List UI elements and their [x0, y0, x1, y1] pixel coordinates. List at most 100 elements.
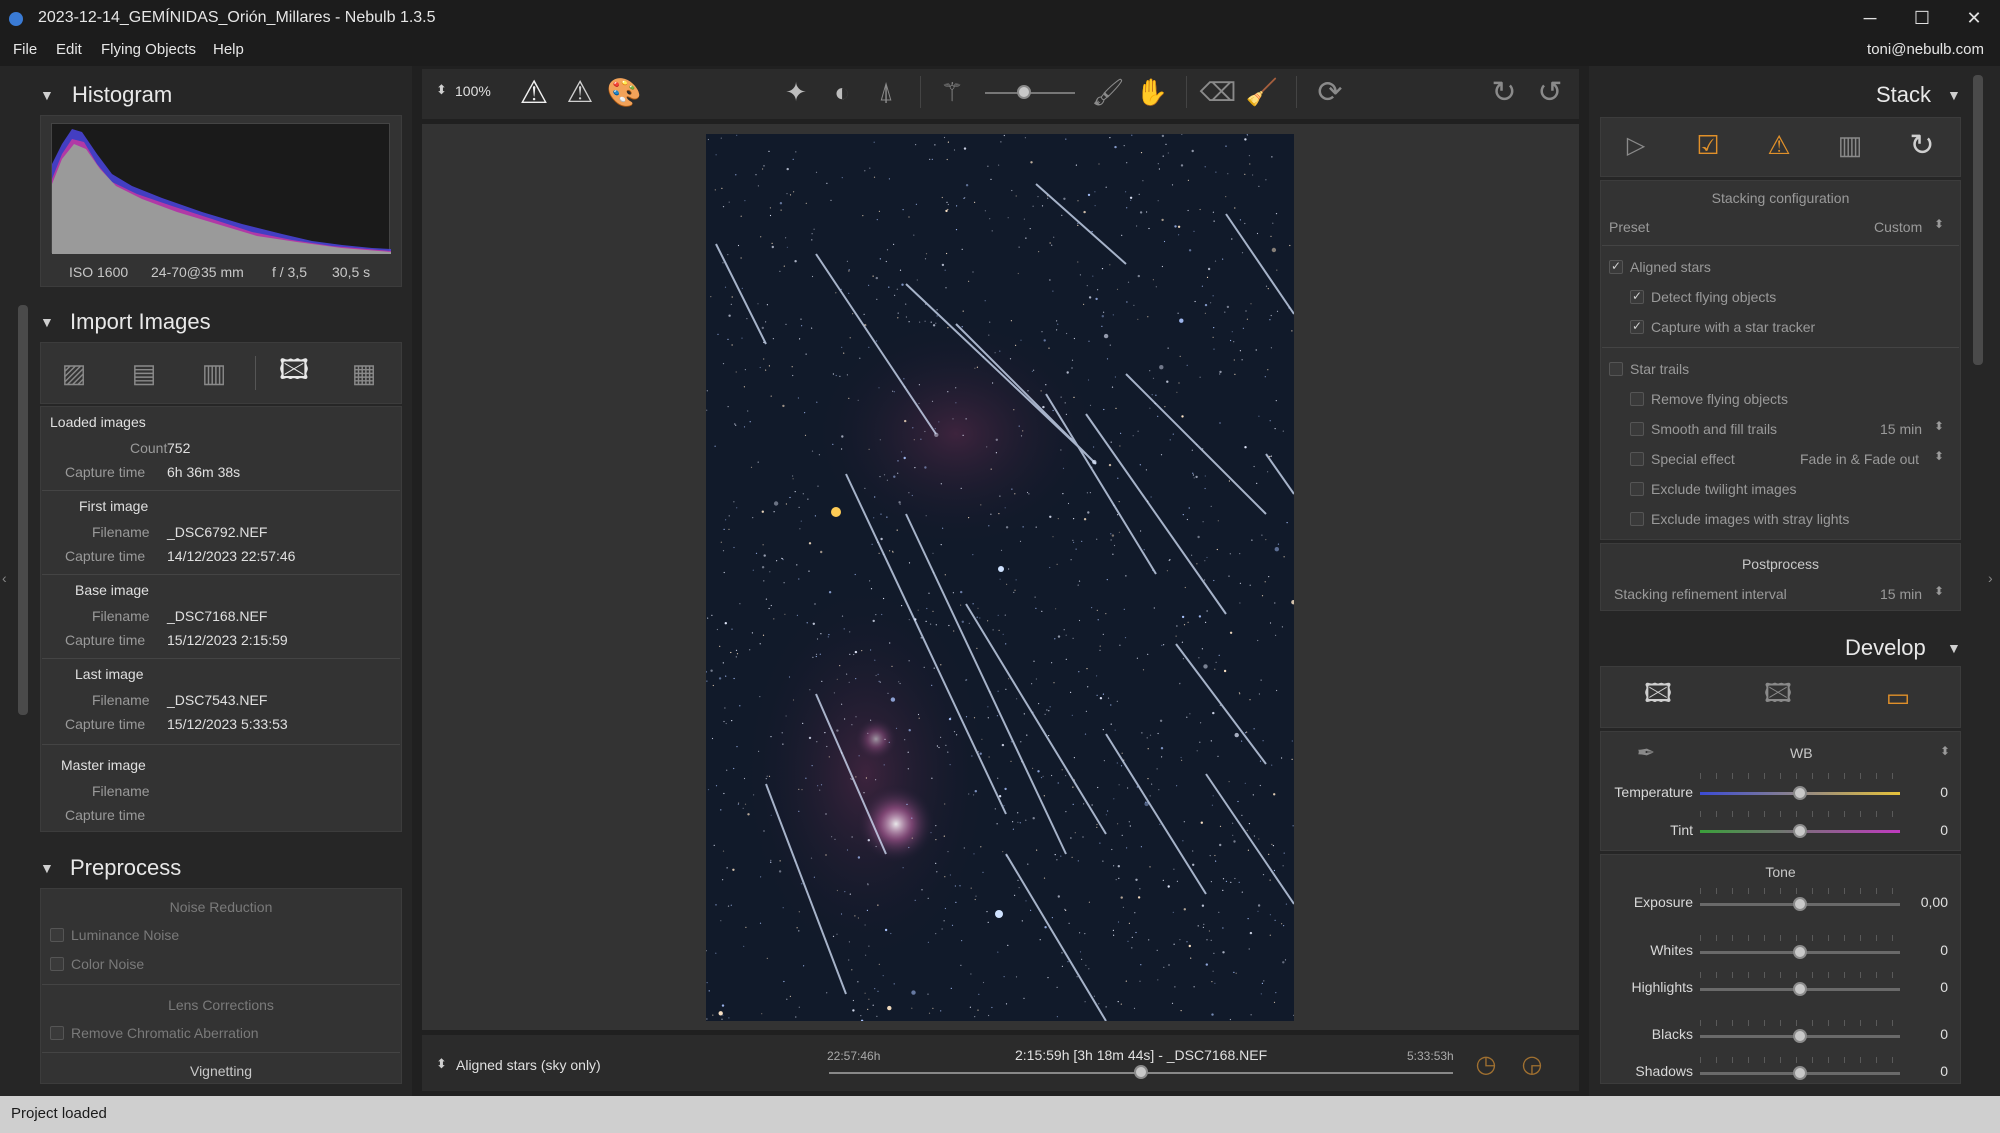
develop-landscape-icon[interactable]: 🖾 [1760, 678, 1796, 715]
zoom-value[interactable]: 100% [455, 83, 491, 99]
stack-warning-icon[interactable]: ⚠ [1761, 127, 1797, 163]
preprocess-toggle-icon[interactable]: ▼ [40, 860, 54, 876]
detect-flying-checkbox[interactable] [1630, 289, 1644, 304]
shadows-value[interactable]: 0 [1900, 1063, 1948, 1079]
user-account[interactable]: toni@nebulb.com [1867, 41, 1984, 58]
exclude-stray-checkbox[interactable] [1630, 512, 1644, 526]
smooth-fill-label: Smooth and fill trails [1651, 421, 1778, 437]
eraser-icon[interactable]: ⌫ [1198, 72, 1238, 112]
preprocess-box [40, 888, 402, 1084]
blacks-value[interactable]: 0 [1900, 1026, 1948, 1042]
redo-icon[interactable]: ↻ [1484, 72, 1524, 112]
minimize-button[interactable]: ─ [1844, 0, 1896, 36]
import-calibration-icon[interactable]: ▥ [196, 355, 232, 391]
brush-size-knob[interactable] [1017, 85, 1031, 99]
master-image-icon[interactable]: 🖾 [276, 354, 312, 391]
import-toggle-icon[interactable]: ▼ [40, 314, 54, 330]
warning-icon[interactable]: ⚠ [560, 72, 600, 112]
aligned-stars-checkbox[interactable] [1609, 259, 1623, 274]
star-trails-label: Star trails [1630, 361, 1690, 377]
special-effect-value[interactable]: Fade in & Fade out [1800, 451, 1919, 467]
brush-icon[interactable]: 🖌 [1088, 72, 1128, 112]
menu-help[interactable]: Help [213, 41, 244, 58]
loaded-capture-label: Capture time [65, 464, 146, 480]
smooth-fill-stepper-icon[interactable]: ⬍ [1934, 419, 1944, 433]
temperature-value[interactable]: 0 [1900, 784, 1948, 800]
menu-file[interactable]: File [13, 41, 37, 58]
exposure-value[interactable]: 0,00 [1900, 894, 1948, 910]
menu-edit[interactable]: Edit [56, 41, 82, 58]
tint-knob[interactable] [1793, 824, 1807, 838]
mode-stepper-icon[interactable]: ⬍ [436, 1056, 447, 1072]
magic-wand-icon[interactable]: ⚚ [932, 72, 972, 112]
luminance-noise-checkbox[interactable] [50, 928, 64, 942]
preset-stepper-icon[interactable]: ⬍ [1934, 217, 1944, 231]
warning-outline-icon[interactable]: ⚠ [514, 72, 554, 112]
palette-icon[interactable]: 🎨 [604, 72, 644, 112]
import-images-icon[interactable]: ▨ [56, 355, 92, 391]
left-scrollbar[interactable] [18, 305, 28, 715]
star-trails-checkbox[interactable] [1609, 362, 1623, 376]
develop-toggle-icon[interactable]: ▼ [1947, 640, 1961, 656]
timeline-knob[interactable] [1134, 1065, 1148, 1079]
import-title: Import Images [70, 309, 211, 334]
temperature-knob[interactable] [1793, 786, 1807, 800]
clear-images-icon[interactable]: ▦ [346, 355, 382, 391]
color-noise-checkbox[interactable] [50, 957, 64, 971]
wb-stepper-icon[interactable]: ⬍ [1940, 744, 1950, 758]
shadows-knob[interactable] [1793, 1066, 1807, 1080]
master-image-header: Master image [61, 757, 146, 773]
stack-check-icon[interactable]: ☑ [1690, 127, 1726, 163]
maximize-button[interactable]: ☐ [1896, 0, 1948, 36]
stack-reset-icon[interactable]: ↻ [1904, 127, 1940, 163]
smooth-fill-checkbox[interactable] [1630, 422, 1644, 436]
loaded-capture-value: 6h 36m 38s [167, 464, 241, 480]
refinement-stepper-icon[interactable]: ⬍ [1934, 584, 1944, 598]
special-effect-checkbox[interactable] [1630, 452, 1644, 466]
astro-image[interactable] [706, 134, 1294, 1021]
exposure-knob[interactable] [1793, 897, 1807, 911]
stars-icon[interactable]: ✦ [776, 72, 816, 112]
import-folder-icon[interactable]: ▤ [126, 355, 162, 391]
stack-mode-value[interactable]: Aligned stars (sky only) [456, 1057, 601, 1073]
refresh-icon[interactable]: ⟳ [1310, 72, 1350, 112]
stack-toggle-icon[interactable]: ▼ [1947, 87, 1961, 103]
collapse-left-icon[interactable]: ‹ [2, 570, 7, 586]
star-tracker-checkbox[interactable] [1630, 319, 1644, 334]
highlights-value[interactable]: 0 [1900, 979, 1948, 995]
lasso-icon[interactable]: ✋ [1132, 72, 1172, 112]
whites-knob[interactable] [1793, 945, 1807, 959]
menu-flying-objects[interactable]: Flying Objects [101, 41, 196, 58]
undo-icon[interactable]: ↺ [1530, 72, 1570, 112]
time-forward-icon[interactable]: ◶ [1516, 1048, 1548, 1080]
refinement-value[interactable]: 15 min [1880, 586, 1922, 602]
chromatic-aberration-checkbox[interactable] [50, 1026, 64, 1040]
develop-crop-icon[interactable]: ▭ [1880, 679, 1916, 715]
time-back-icon[interactable]: ◷ [1470, 1048, 1502, 1080]
zoom-stepper-icon[interactable]: ⬍ [436, 82, 447, 98]
right-scrollbar[interactable] [1973, 75, 1983, 365]
satellite-icon[interactable]: ◐ [822, 72, 862, 112]
toolbar-divider [920, 76, 921, 108]
stack-columns-icon[interactable]: ▥ [1832, 127, 1868, 163]
special-effect-stepper-icon[interactable]: ⬍ [1934, 449, 1944, 463]
aligned-stars-label: Aligned stars [1630, 259, 1711, 275]
blacks-knob[interactable] [1793, 1029, 1807, 1043]
tint-value[interactable]: 0 [1900, 822, 1948, 838]
remove-flying-checkbox[interactable] [1630, 392, 1644, 406]
close-button[interactable]: ✕ [1948, 0, 2000, 36]
highlights-knob[interactable] [1793, 982, 1807, 996]
develop-image-icon[interactable]: 🖾 [1640, 678, 1676, 715]
base-capture-value: 15/12/2023 2:15:59 [167, 632, 288, 648]
preset-value[interactable]: Custom [1874, 219, 1922, 235]
exclude-twilight-checkbox[interactable] [1630, 482, 1644, 496]
remove-flying-label: Remove flying objects [1651, 391, 1788, 407]
eyedropper-icon[interactable]: ✒ [1630, 737, 1662, 769]
collapse-right-icon[interactable]: › [1988, 570, 1993, 586]
smooth-fill-value[interactable]: 15 min [1880, 421, 1922, 437]
play-icon[interactable]: ▷ [1618, 127, 1654, 163]
histogram-toggle-icon[interactable]: ▼ [40, 87, 54, 103]
tower-icon[interactable]: ⍋ [866, 72, 906, 112]
clean-brush-icon[interactable]: 🧹 [1242, 72, 1282, 112]
whites-value[interactable]: 0 [1900, 942, 1948, 958]
